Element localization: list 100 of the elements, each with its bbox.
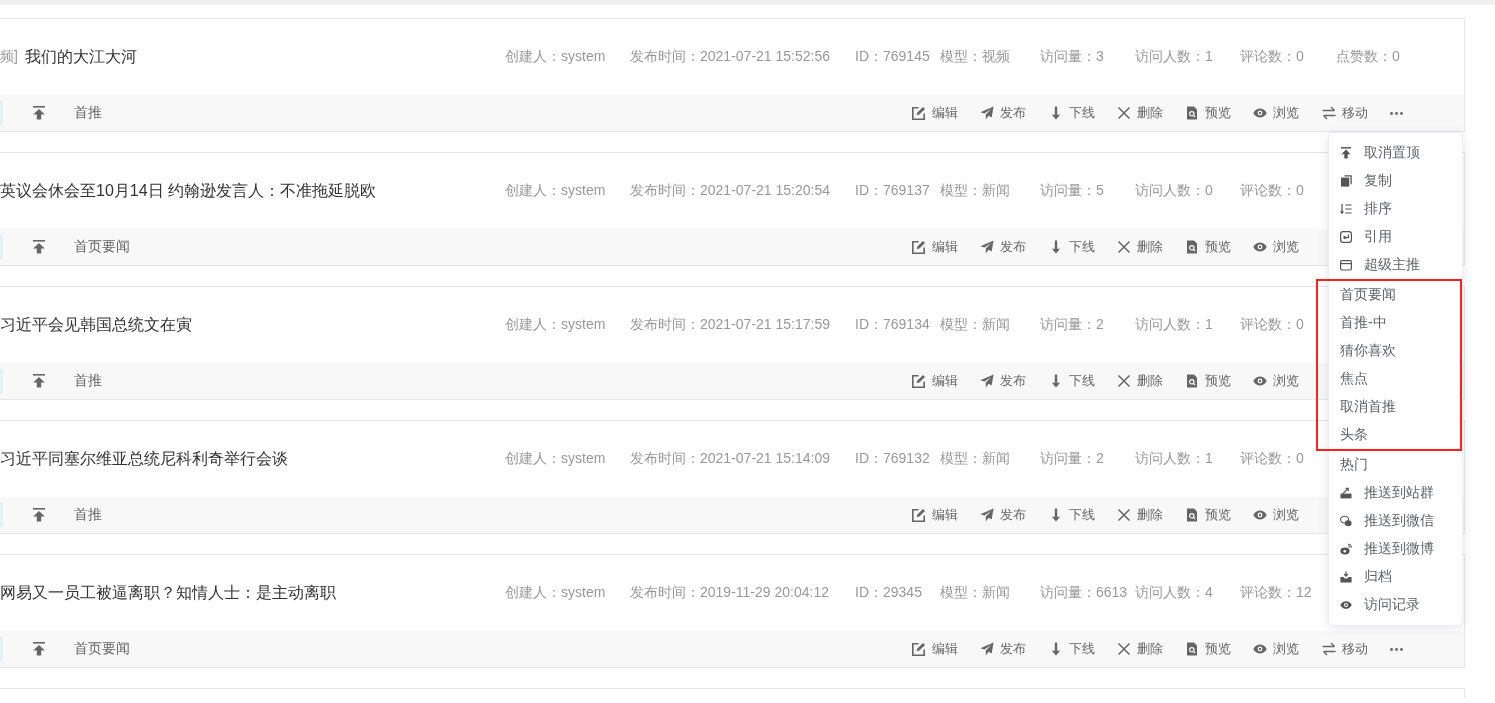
view-button[interactable]: 浏览 xyxy=(1253,238,1300,256)
delete-button[interactable]: 删除 xyxy=(1116,104,1163,122)
id-text: ID：769134 xyxy=(855,316,930,334)
comments-count-text: 评论数：0 xyxy=(1240,182,1304,200)
menu-item[interactable]: 推送到微博 xyxy=(1329,535,1462,563)
menu-item[interactable]: 取消置顶 xyxy=(1329,139,1462,167)
more-button[interactable] xyxy=(1390,111,1404,115)
offline-button[interactable]: 下线 xyxy=(1048,238,1095,256)
publish-button[interactable]: 发布 xyxy=(980,640,1027,658)
menu-item[interactable]: 超级主推 xyxy=(1329,251,1462,279)
eye-icon xyxy=(1253,642,1268,656)
article-title[interactable]: 我们的大江大河 xyxy=(24,46,137,68)
preview-button[interactable]: 预览 xyxy=(1185,372,1232,390)
delete-button[interactable]: 删除 xyxy=(1116,238,1163,256)
menu-item[interactable]: 排序 xyxy=(1329,195,1462,223)
publish-button[interactable]: 发布 xyxy=(980,104,1027,122)
document-search-icon xyxy=(1185,642,1200,656)
menu-item[interactable]: 推送到微信 xyxy=(1329,507,1462,535)
offline-button[interactable]: 下线 xyxy=(1048,372,1095,390)
article-title[interactable]: 习近平会见韩国总统文在寅 xyxy=(0,314,192,336)
menu-item[interactable]: 归档 xyxy=(1329,563,1462,591)
document-search-icon xyxy=(1185,106,1200,120)
article-title[interactable]: 网易又一员工被逼离职？知情人士：是主动离职 xyxy=(0,582,336,604)
comments-count-text: 评论数：0 xyxy=(1240,48,1304,66)
preview-button[interactable]: 预览 xyxy=(1185,506,1232,524)
id-text: ID：769145 xyxy=(855,48,930,66)
x-icon xyxy=(1116,508,1131,522)
inbox-icon xyxy=(1340,571,1352,583)
submenu-item[interactable]: 热门 xyxy=(1329,451,1462,479)
x-icon xyxy=(1116,374,1131,388)
submenu-item[interactable]: 首页要闻 xyxy=(1329,281,1460,309)
more-button[interactable] xyxy=(1390,647,1404,651)
type-tag: 频] xyxy=(0,48,18,66)
submenu-item[interactable]: 头条 xyxy=(1329,421,1460,449)
comments-count-text: 评论数：12 xyxy=(1240,584,1312,602)
offline-button[interactable]: 下线 xyxy=(1048,640,1095,658)
more-icon xyxy=(1390,647,1404,651)
model-text: 模型：新闻 xyxy=(940,316,1010,334)
menu-item[interactable]: 推送到站群 xyxy=(1329,479,1462,507)
move-button[interactable]: 移动 xyxy=(1321,640,1368,658)
model-text: 模型：新闻 xyxy=(940,182,1010,200)
offline-button[interactable]: 下线 xyxy=(1048,104,1095,122)
menu-item[interactable]: 复制 xyxy=(1329,167,1462,195)
creator-text: 创建人：system xyxy=(505,450,606,468)
more-icon xyxy=(1390,111,1404,115)
views-count-text: 访问量：2 xyxy=(1040,450,1104,468)
article-title[interactable]: 习近平同塞尔维亚总统尼科利奇举行会谈 xyxy=(0,448,288,470)
delete-button[interactable]: 删除 xyxy=(1116,372,1163,390)
chat-bubbles-icon xyxy=(1340,515,1352,527)
submenu-item[interactable]: 取消首推 xyxy=(1329,393,1460,421)
weibo-icon xyxy=(1340,543,1352,555)
submenu-item[interactable]: 猜你喜欢 xyxy=(1329,337,1460,365)
views-count-text: 访问量：2 xyxy=(1040,316,1104,334)
eye-icon xyxy=(1253,240,1268,254)
creator-text: 创建人：system xyxy=(505,182,606,200)
move-button[interactable]: 移动 xyxy=(1321,104,1368,122)
publish-button[interactable]: 发布 xyxy=(980,372,1027,390)
model-text: 模型：视频 xyxy=(940,48,1010,66)
publish-time-text: 发布时间：2021-07-21 15:14:09 xyxy=(630,450,830,468)
submenu-item[interactable]: 首推-中 xyxy=(1329,309,1460,337)
delete-button[interactable]: 删除 xyxy=(1116,506,1163,524)
edit-button[interactable]: 编辑 xyxy=(912,104,958,122)
document-search-icon xyxy=(1185,508,1200,522)
menu-item[interactable]: 访问记录 xyxy=(1329,591,1462,619)
preview-button[interactable]: 预览 xyxy=(1185,238,1232,256)
x-icon xyxy=(1116,240,1131,254)
article-title[interactable]: 英议会休会至10月14日 约翰逊发言人：不准拖延脱欧 xyxy=(0,180,377,202)
menu-item[interactable]: 引用 xyxy=(1329,223,1462,251)
paper-plane-icon xyxy=(980,508,995,522)
visitors-count-text: 访问人数：4 xyxy=(1135,584,1213,602)
view-button[interactable]: 浏览 xyxy=(1253,372,1300,390)
edit-button[interactable]: 编辑 xyxy=(912,238,958,256)
publish-button[interactable]: 发布 xyxy=(980,506,1027,524)
id-text: ID：769137 xyxy=(855,182,930,200)
sort-icon xyxy=(1340,203,1352,215)
id-text: ID：769132 xyxy=(855,450,930,468)
delete-button[interactable]: 删除 xyxy=(1116,640,1163,658)
pencil-square-icon xyxy=(912,106,926,120)
edit-button[interactable]: 编辑 xyxy=(912,506,958,524)
views-count-text: 访问量：3 xyxy=(1040,48,1104,66)
model-text: 模型：新闻 xyxy=(940,584,1010,602)
swap-arrows-icon xyxy=(1321,106,1336,120)
paper-plane-icon xyxy=(980,374,995,388)
edit-button[interactable]: 编辑 xyxy=(912,640,958,658)
paper-plane-icon xyxy=(980,240,995,254)
edit-button[interactable]: 编辑 xyxy=(912,372,958,390)
publish-time-text: 发布时间：2019-11-29 20:04:12 xyxy=(630,584,829,602)
publish-button[interactable]: 发布 xyxy=(980,238,1027,256)
paper-plane-icon xyxy=(980,106,995,120)
pencil-square-icon xyxy=(912,642,926,656)
submenu-item[interactable]: 焦点 xyxy=(1329,365,1460,393)
preview-button[interactable]: 预览 xyxy=(1185,104,1232,122)
comments-count-text: 评论数：0 xyxy=(1240,316,1304,334)
view-button[interactable]: 浏览 xyxy=(1253,104,1300,122)
window-icon xyxy=(1340,259,1352,271)
view-button[interactable]: 浏览 xyxy=(1253,506,1300,524)
offline-button[interactable]: 下线 xyxy=(1048,506,1095,524)
preview-button[interactable]: 预览 xyxy=(1185,640,1232,658)
view-button[interactable]: 浏览 xyxy=(1253,640,1300,658)
publish-time-text: 发布时间：2021-07-21 15:17:59 xyxy=(630,316,830,334)
